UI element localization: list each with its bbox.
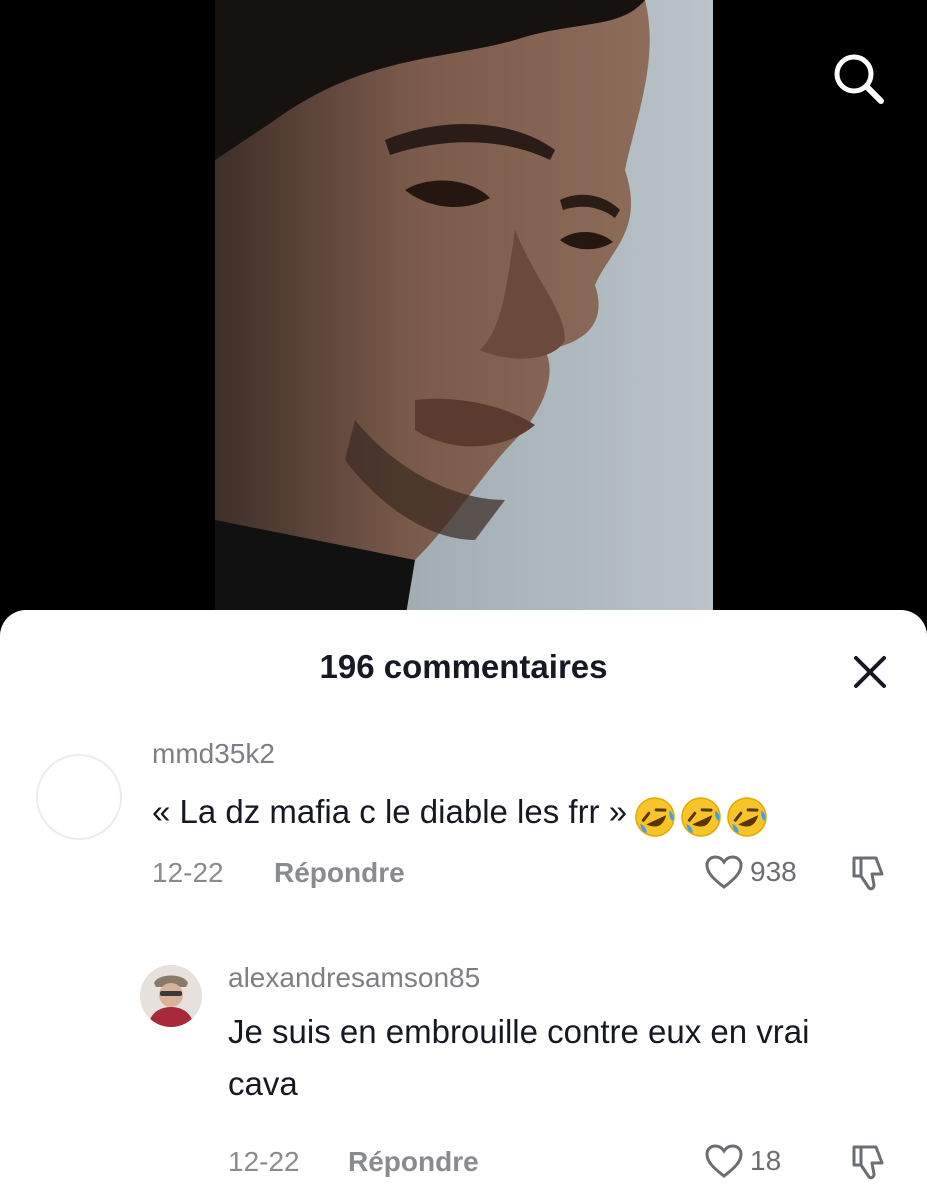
comment-item: alexandresamson85 Je suis en embrouille … bbox=[0, 960, 927, 1190]
avatar[interactable] bbox=[36, 754, 122, 840]
comment-text-content: « La dz mafia c le diable les frr » bbox=[152, 793, 628, 830]
dislike-button[interactable] bbox=[848, 1141, 890, 1183]
heart-icon bbox=[705, 1144, 743, 1178]
like-button[interactable]: 18 bbox=[704, 1143, 781, 1179]
thumbs-down-icon bbox=[852, 1145, 884, 1180]
rofl-emoji-icon bbox=[727, 796, 767, 837]
comment-item: mmd35k2 « La dz mafia c le diable les fr… bbox=[0, 738, 927, 898]
close-button[interactable] bbox=[850, 652, 890, 692]
video-frame bbox=[215, 0, 713, 620]
close-icon bbox=[854, 656, 886, 688]
avatar-photo-icon bbox=[140, 965, 202, 1027]
dislike-button[interactable] bbox=[848, 852, 890, 894]
like-count: 18 bbox=[750, 1145, 782, 1176]
comment-date: 12-22 bbox=[152, 857, 224, 888]
comment-date: 12-22 bbox=[228, 1146, 300, 1177]
comment-text: Je suis en embrouille contre eux en vrai… bbox=[228, 1013, 810, 1102]
comment-username[interactable]: alexandresamson85 bbox=[228, 962, 480, 994]
like-button[interactable]: 938 bbox=[704, 854, 797, 890]
comments-count-title: 196 commentaires bbox=[319, 648, 608, 685]
comment-username[interactable]: mmd35k2 bbox=[152, 738, 275, 770]
comment-text: « La dz mafia c le diable les frr » bbox=[152, 786, 769, 840]
heart-icon bbox=[705, 855, 743, 889]
reply-button[interactable]: Répondre bbox=[348, 1146, 479, 1178]
search-button[interactable] bbox=[828, 48, 888, 108]
like-count: 938 bbox=[750, 856, 797, 887]
avatar[interactable] bbox=[140, 965, 202, 1027]
comments-sheet: 196 commentaires mmd35k2 « La dz mafia c… bbox=[0, 610, 927, 1200]
video-thumbnail-portrait bbox=[215, 0, 650, 620]
rofl-emoji-icon bbox=[681, 796, 721, 837]
laughing-emoji-group bbox=[631, 788, 769, 840]
rofl-emoji-icon bbox=[635, 796, 675, 837]
reply-button[interactable]: Répondre bbox=[274, 857, 405, 889]
search-icon bbox=[834, 54, 884, 104]
thumbs-down-icon bbox=[852, 856, 884, 891]
video-player[interactable] bbox=[0, 0, 927, 640]
